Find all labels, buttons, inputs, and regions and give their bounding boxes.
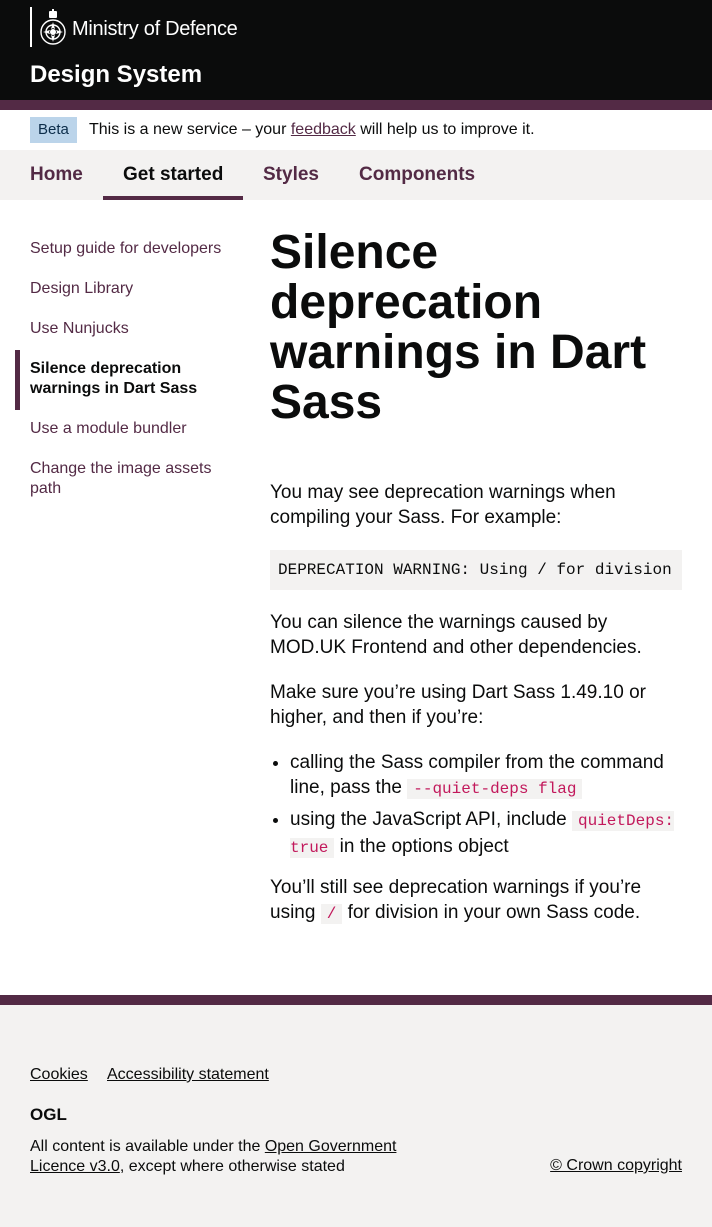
feedback-link[interactable]: feedback	[291, 121, 356, 138]
footer-link-cookies[interactable]: Cookies	[30, 1066, 88, 1084]
bullet-text: using the JavaScript API, include	[290, 809, 572, 830]
licence-text: All content is available under the Open …	[30, 1137, 410, 1177]
organisation-name[interactable]: Ministry of Defence	[72, 18, 238, 41]
options-list: calling the Sass compiler from the comma…	[270, 750, 682, 866]
footer-link-accessibility[interactable]: Accessibility statement	[107, 1066, 269, 1084]
footer: Cookies Accessibility statement OGL All …	[0, 1005, 712, 1227]
primary-navigation: Home Get started Styles Components	[0, 150, 712, 200]
licence-text-before: All content is available under the	[30, 1138, 265, 1155]
paragraph-own-code: You’ll still see deprecation warnings if…	[270, 875, 682, 927]
phase-text-before: This is a new service – your	[89, 121, 291, 138]
footer-rule	[0, 995, 712, 1005]
list-item: using the JavaScript API, include quietD…	[290, 807, 682, 861]
sidenav-item-design-library[interactable]: Design Library	[30, 279, 230, 299]
beta-tag: Beta	[30, 117, 77, 143]
sidenav-item-setup-guide[interactable]: Setup guide for developers	[30, 239, 230, 259]
service-name-link[interactable]: Design System	[30, 61, 202, 89]
nav-item-styles[interactable]: Styles	[263, 164, 319, 186]
intro-paragraph: You may see deprecation warnings when co…	[270, 482, 616, 528]
sidenav-item-use-nunjucks[interactable]: Use Nunjucks	[30, 319, 230, 339]
nav-active-indicator	[103, 196, 243, 200]
crown-copyright-link[interactable]: © Crown copyright	[550, 1157, 682, 1175]
page-title: Silence deprecation warnings in Dart Sas…	[270, 226, 647, 429]
ogl-logo-icon: OGL	[30, 1105, 67, 1122]
phase-banner: Beta This is a new service – your feedba…	[0, 110, 712, 150]
header: Ministry of Defence Design System	[0, 0, 712, 100]
sidenav-item-image-assets[interactable]: Change the image assets path	[30, 459, 230, 499]
code-example: DEPRECATION WARNING: Using / for divisio…	[270, 550, 682, 590]
nav-item-home[interactable]: Home	[30, 164, 83, 186]
sidenav-current-indicator	[15, 350, 20, 410]
brand-divider	[30, 7, 32, 47]
nav-item-get-started[interactable]: Get started	[123, 164, 223, 186]
ogl-logo-text: OGL	[30, 1105, 67, 1122]
paragraph-version: Make sure you’re using Dart Sass 1.49.10…	[270, 682, 646, 728]
sidenav-item-module-bundler[interactable]: Use a module bundler	[30, 419, 230, 439]
licence-text-after: , except where otherwise stated	[119, 1158, 345, 1175]
phase-banner-text: This is a new service – your feedback wi…	[89, 121, 535, 139]
inline-code: --quiet-deps flag	[407, 779, 583, 799]
para4-text-after: for division in your own Sass code.	[342, 902, 641, 923]
mod-crest-icon	[40, 9, 66, 45]
bullet-text-after: in the options object	[334, 836, 509, 857]
phase-text-after: will help us to improve it.	[355, 121, 535, 138]
sidenav-item-silence-deprecation[interactable]: Silence deprecation warnings in Dart Sas…	[30, 359, 230, 399]
header-rule	[0, 100, 712, 110]
inline-code: /	[320, 904, 343, 924]
list-item: calling the Sass compiler from the comma…	[290, 750, 682, 802]
paragraph-silence: You can silence the warnings caused by M…	[270, 612, 642, 658]
nav-item-components[interactable]: Components	[359, 164, 475, 186]
